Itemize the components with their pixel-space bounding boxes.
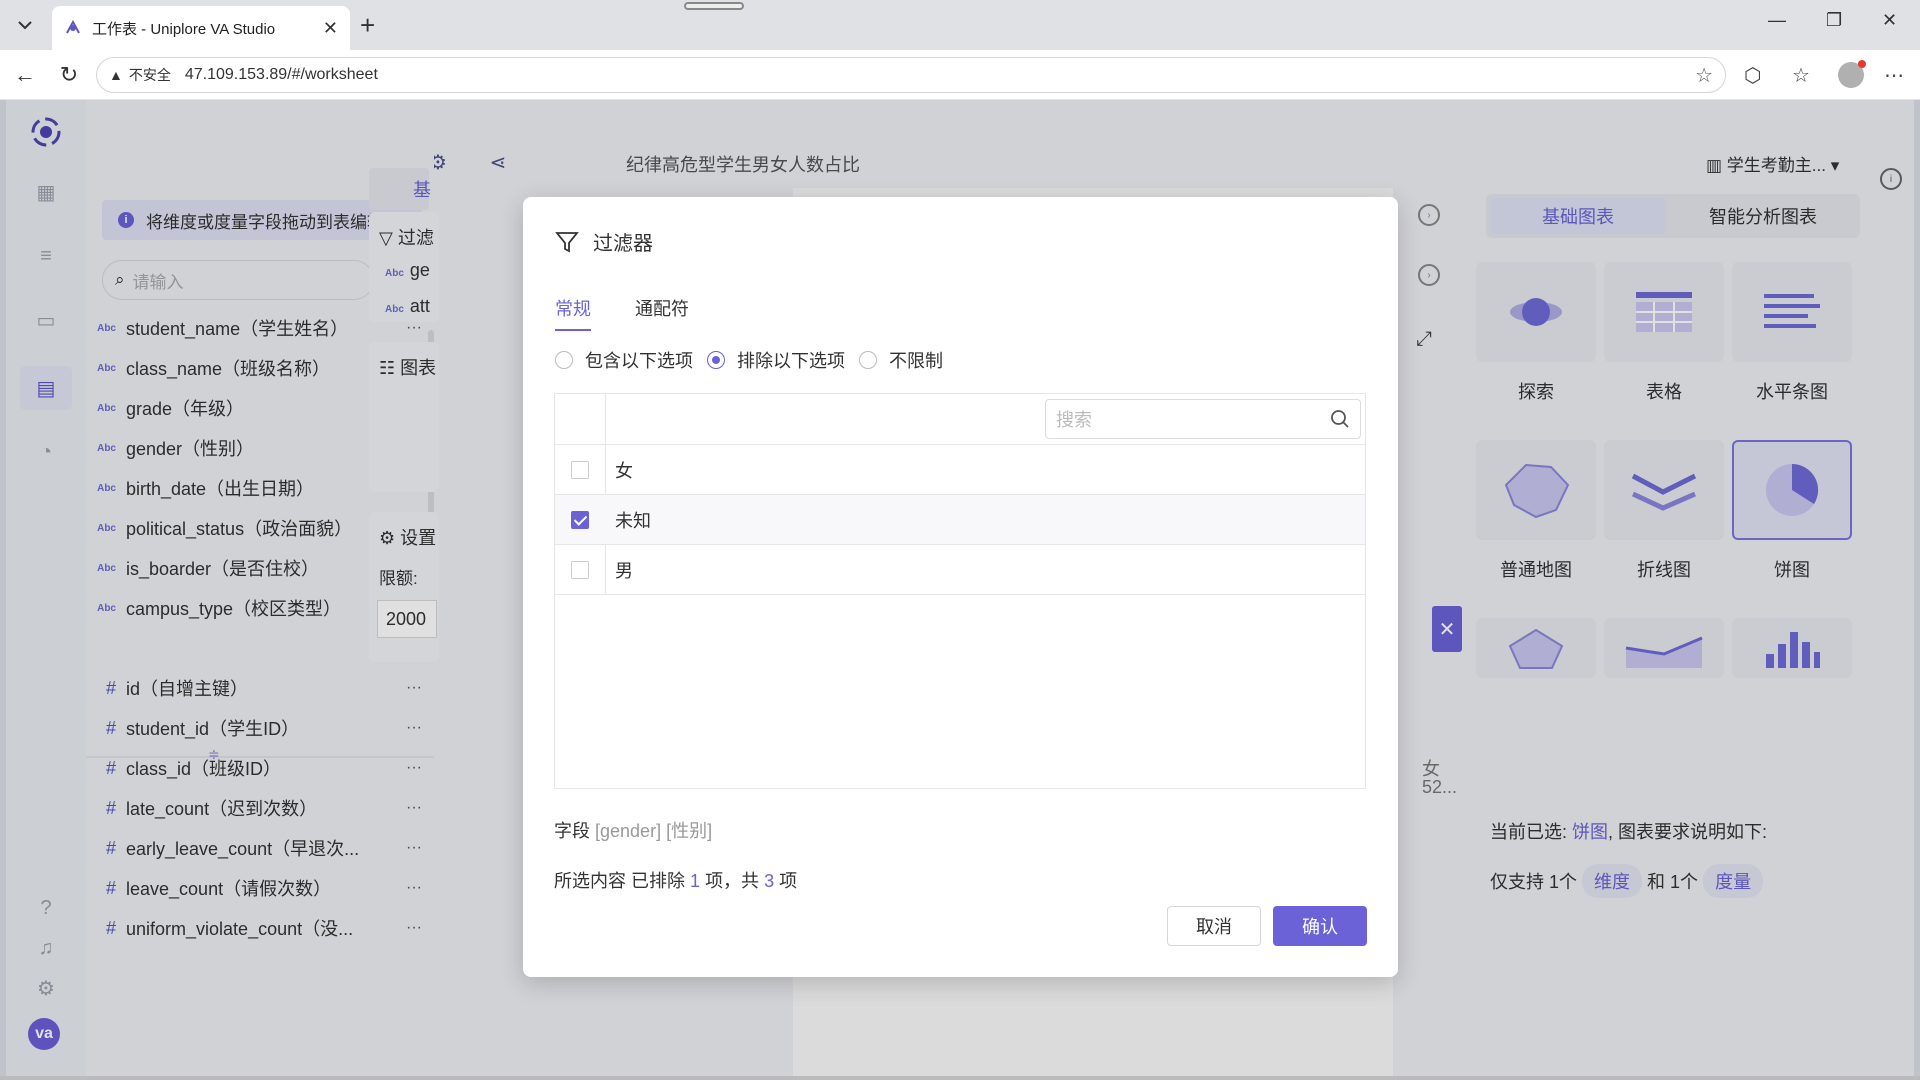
filter-value-row[interactable]: 未知 xyxy=(555,494,1365,544)
filter-mode-radios: 包含以下选项 排除以下选项 不限制 xyxy=(555,347,957,373)
excluded-count: 1 xyxy=(690,871,701,891)
reload-button[interactable]: ↻ xyxy=(56,62,82,88)
radio-exclude-dot[interactable] xyxy=(707,351,725,369)
browser-tab-active[interactable]: 工作表 - Uniplore VA Studio ✕ xyxy=(52,6,350,50)
value-checkbox[interactable] xyxy=(571,510,589,529)
dialog-title: 过滤器 xyxy=(555,227,653,256)
radio-include-label: 包含以下选项 xyxy=(585,351,693,371)
filter-icon xyxy=(555,231,579,252)
value-checkbox[interactable] xyxy=(571,460,589,479)
tab-title: 工作表 - Uniplore VA Studio xyxy=(92,20,276,38)
filter-dialog: 过滤器 常规 通配符 包含以下选项 排除以下选项 不限制 搜索 女未知男 字段 … xyxy=(523,197,1398,977)
browser-tabbar: 工作表 - Uniplore VA Studio ✕ + — ❐ ✕ xyxy=(0,0,1920,50)
summary-mid: 项，共 xyxy=(705,871,760,891)
filter-value-row[interactable]: 男 xyxy=(555,544,1365,594)
profile-badge xyxy=(1858,60,1866,68)
url-text[interactable]: 47.109.153.89/#/worksheet xyxy=(185,66,1695,84)
checkbox-cell xyxy=(555,560,605,579)
filter-value-row[interactable]: 女 xyxy=(555,444,1365,494)
radio-unlimited-label: 不限制 xyxy=(889,351,943,371)
confirm-button[interactable]: 确认 xyxy=(1273,906,1367,946)
value-list-divider xyxy=(555,594,1365,595)
browser-menu-icon[interactable]: ⋯ xyxy=(1884,63,1904,88)
value-search-input[interactable]: 搜索 xyxy=(1045,399,1361,439)
chevron-down-icon xyxy=(18,21,32,30)
tab-close-icon[interactable]: ✕ xyxy=(323,18,338,39)
value-search-placeholder: 搜索 xyxy=(1056,410,1092,430)
field-info: 字段 [gender] [性别] xyxy=(554,817,712,843)
filter-mode-tabs: 常规 通配符 xyxy=(555,295,733,331)
total-count: 3 xyxy=(764,871,775,891)
checkbox-cell xyxy=(555,460,605,479)
value-list: 搜索 女未知男 xyxy=(554,393,1366,789)
radio-unlimited-dot[interactable] xyxy=(859,351,877,369)
selection-summary: 所选内容 已排除 1 项，共 3 项 xyxy=(554,867,797,893)
bookmark-star-icon[interactable]: ☆ xyxy=(1695,63,1713,88)
taskbar-edge xyxy=(0,1076,1920,1080)
omnibox[interactable]: ▲ 不安全 47.109.153.89/#/worksheet ☆ xyxy=(96,57,1726,93)
window-drag-handle[interactable] xyxy=(684,2,744,10)
warning-icon: ▲ xyxy=(109,67,123,83)
radio-exclude[interactable]: 排除以下选项 xyxy=(707,347,845,373)
radio-exclude-label: 排除以下选项 xyxy=(737,351,845,371)
cancel-button[interactable]: 取消 xyxy=(1167,906,1261,946)
radio-unlimited[interactable]: 不限制 xyxy=(859,347,943,373)
field-info-name: [gender] xyxy=(595,821,662,841)
value-label: 未知 xyxy=(615,510,651,531)
radio-include[interactable]: 包含以下选项 xyxy=(555,347,693,373)
browser-address-bar: ← ↻ ▲ 不安全 47.109.153.89/#/worksheet ☆ ⬡ … xyxy=(0,50,1920,100)
extensions-icon[interactable]: ⬡ xyxy=(1744,63,1761,88)
summary-suffix: 项 xyxy=(779,871,798,891)
checkbox-cell xyxy=(555,510,605,529)
tab-wildcard[interactable]: 通配符 xyxy=(635,295,689,331)
new-tab-button[interactable]: + xyxy=(360,12,375,38)
field-info-label: 字段 xyxy=(554,821,590,841)
security-label: 不安全 xyxy=(128,67,171,83)
dialog-title-text: 过滤器 xyxy=(593,233,653,255)
summary-prefix: 所选内容 已排除 xyxy=(554,871,686,891)
favorites-icon[interactable]: ☆ xyxy=(1792,63,1810,88)
window-close-button[interactable]: ✕ xyxy=(1882,10,1897,31)
field-info-alias: [性别] xyxy=(666,821,713,841)
value-checkbox[interactable] xyxy=(571,560,589,579)
tab-search-button[interactable] xyxy=(10,12,40,38)
value-label: 女 xyxy=(615,460,633,481)
restore-button[interactable]: ❐ xyxy=(1826,10,1842,31)
back-button[interactable]: ← xyxy=(12,62,38,88)
radio-include-dot[interactable] xyxy=(555,351,573,369)
app-favicon-icon xyxy=(66,19,80,34)
value-label: 男 xyxy=(615,560,633,581)
search-icon[interactable] xyxy=(1330,409,1350,429)
minimize-button[interactable]: — xyxy=(1768,10,1786,31)
tab-general[interactable]: 常规 xyxy=(555,295,591,331)
